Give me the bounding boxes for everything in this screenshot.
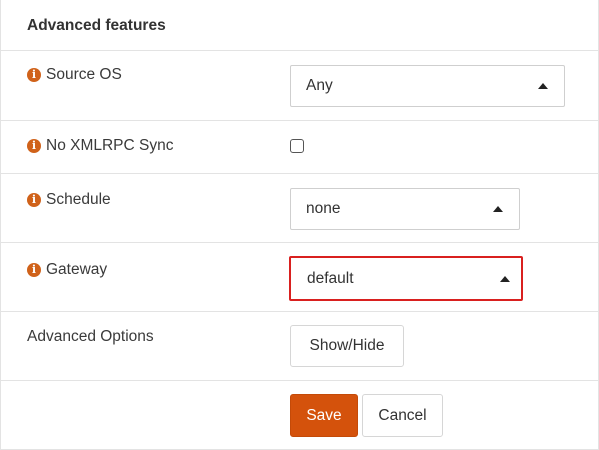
panel-heading: Advanced features <box>1 0 598 51</box>
save-button[interactable]: Save <box>290 394 358 437</box>
no-xmlrpc-sync-label-text: No XMLRPC Sync <box>46 137 174 154</box>
schedule-label-text: Schedule <box>46 191 111 208</box>
schedule-label: i Schedule <box>27 191 111 209</box>
info-icon[interactable]: i <box>27 139 41 153</box>
gateway-select[interactable]: default <box>289 256 523 301</box>
info-icon[interactable]: i <box>27 263 41 277</box>
caret-up-icon <box>493 206 503 212</box>
row-gateway: i Gateway default <box>1 244 598 312</box>
no-xmlrpc-sync-label: i No XMLRPC Sync <box>27 137 173 155</box>
gateway-label-text: Gateway <box>46 261 108 278</box>
cancel-button[interactable]: Cancel <box>362 394 443 437</box>
source-os-value: Any <box>306 77 333 94</box>
gateway-value: default <box>307 269 354 287</box>
advanced-features-panel: Advanced features i Source OS Any i No X… <box>0 0 599 450</box>
info-icon[interactable]: i <box>27 193 41 207</box>
advanced-options-label: Advanced Options <box>27 328 154 345</box>
schedule-value: none <box>306 200 341 217</box>
row-no-xmlrpc-sync: i No XMLRPC Sync <box>1 122 598 174</box>
caret-up-icon <box>500 275 510 282</box>
schedule-select[interactable]: none <box>290 188 520 230</box>
row-schedule: i Schedule none <box>1 175 598 243</box>
source-os-select[interactable]: Any <box>290 65 565 107</box>
show-hide-button[interactable]: Show/Hide <box>290 325 404 367</box>
info-icon[interactable]: i <box>27 68 41 82</box>
source-os-label: i Source OS <box>27 66 122 84</box>
row-advanced-options: Advanced Options Show/Hide <box>1 313 598 381</box>
row-source-os: i Source OS Any <box>1 52 598 121</box>
no-xmlrpc-sync-checkbox[interactable] <box>290 139 304 153</box>
source-os-label-text: Source OS <box>46 66 122 83</box>
panel-title: Advanced features <box>27 17 166 34</box>
caret-up-icon <box>538 83 548 89</box>
gateway-label: i Gateway <box>27 261 107 279</box>
